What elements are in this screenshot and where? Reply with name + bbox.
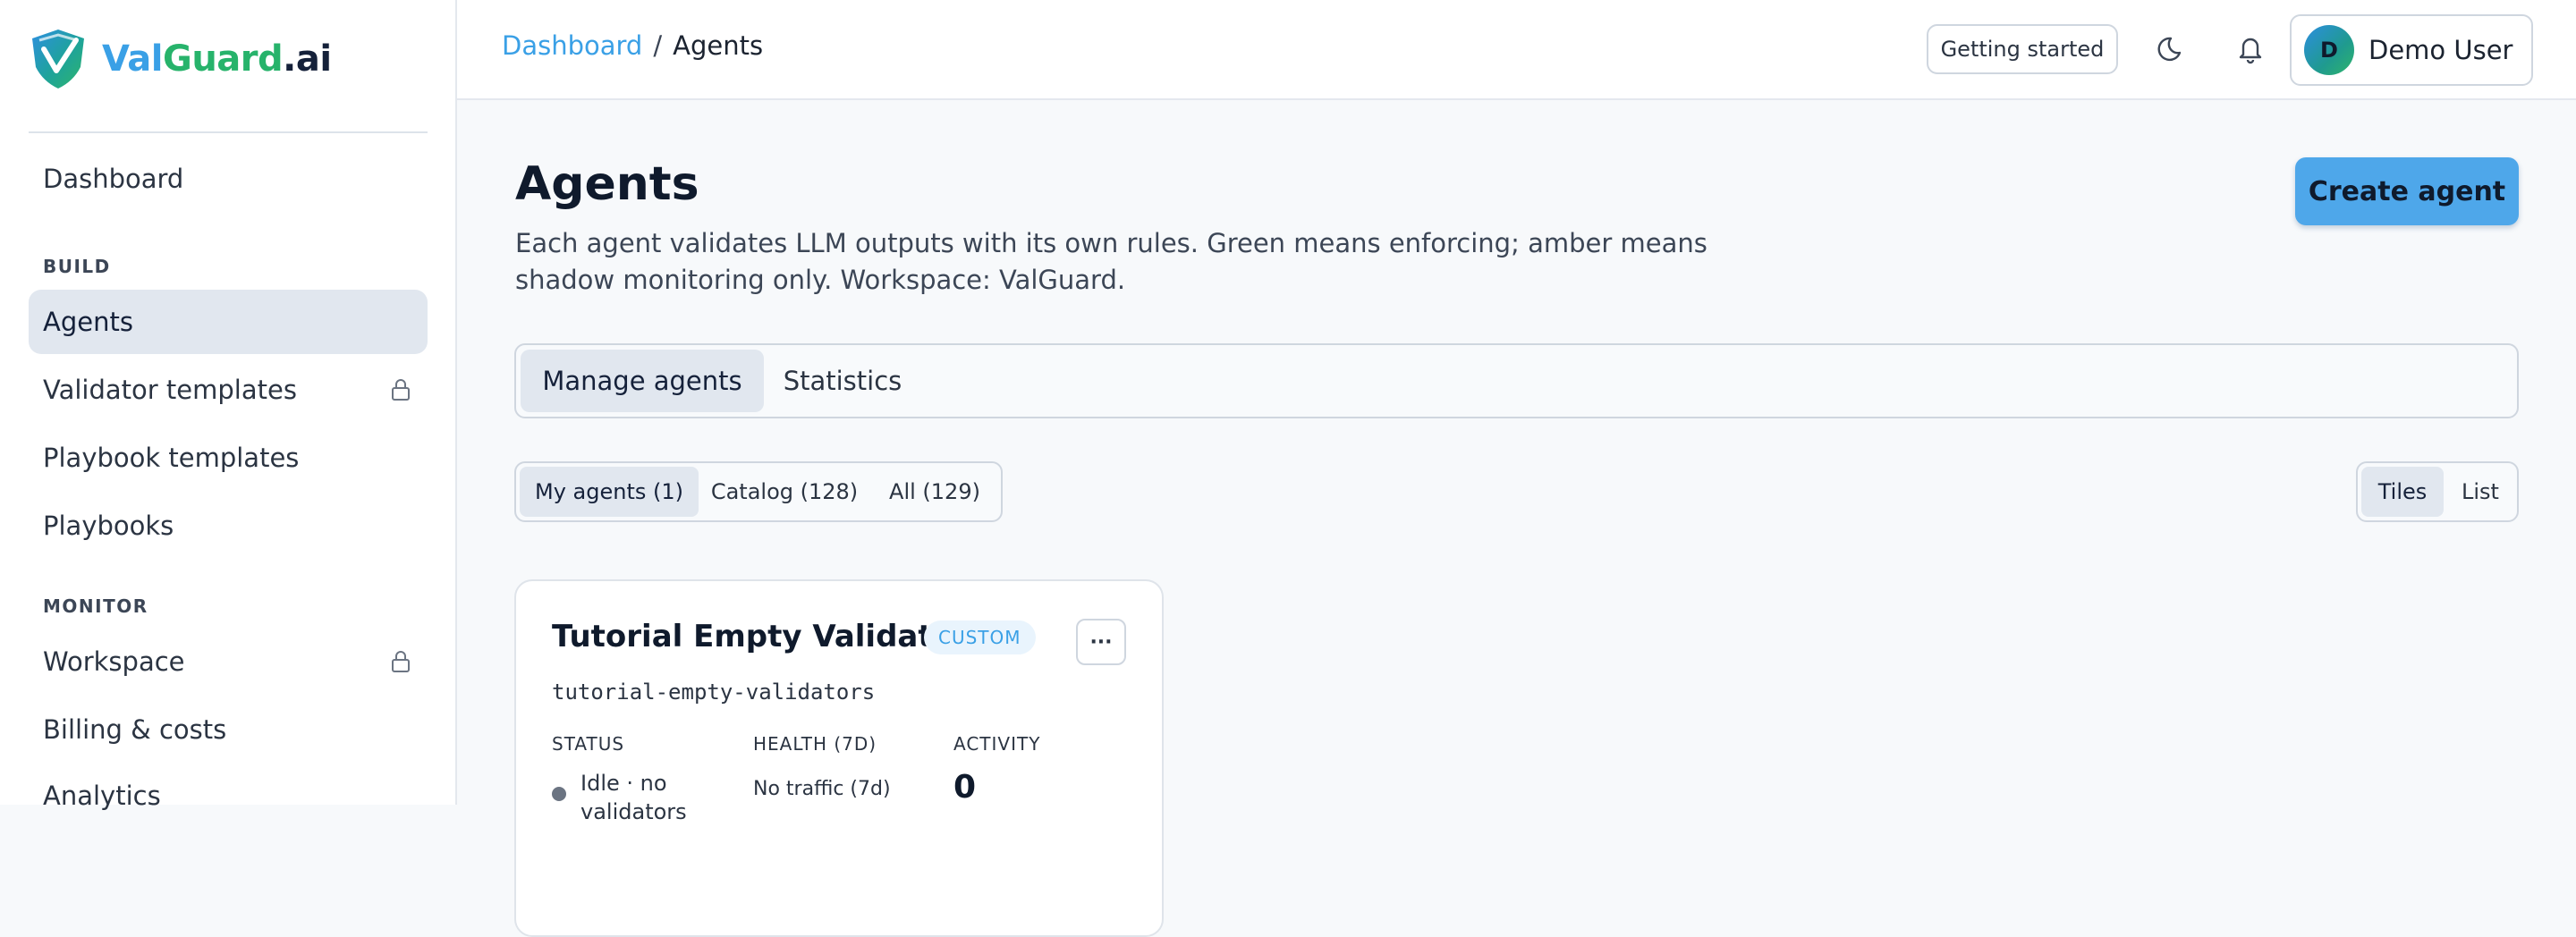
agent-filter-group: My agents (1) Catalog (128) All (129) bbox=[514, 461, 1003, 522]
bell-icon bbox=[2235, 33, 2266, 65]
sidebar-item-analytics[interactable]: Analytics bbox=[29, 764, 428, 828]
page-title: Agents bbox=[515, 157, 699, 211]
brand-logo[interactable]: ValGuard.ai bbox=[29, 29, 332, 89]
top-bar: Dashboard / Agents Getting started D Dem… bbox=[457, 0, 2576, 100]
shield-logo-icon bbox=[29, 28, 88, 90]
more-icon: ··· bbox=[1089, 631, 1112, 654]
status-dot bbox=[552, 787, 566, 801]
agent-card-title: Tutorial Empty Validators bbox=[552, 619, 987, 654]
sidebar-item-billing[interactable]: Billing & costs bbox=[29, 697, 428, 762]
sidebar-item-label: Agents bbox=[43, 307, 133, 337]
user-menu-button[interactable]: D Demo User bbox=[2290, 14, 2533, 86]
breadcrumb-separator: / bbox=[653, 30, 662, 61]
agent-slug: tutorial-empty-validators bbox=[552, 680, 875, 705]
sidebar-item-label: Workspace bbox=[43, 646, 185, 677]
filter-my-agents[interactable]: My agents (1) bbox=[520, 467, 699, 517]
lock-icon bbox=[390, 650, 411, 673]
moon-icon bbox=[2157, 33, 2189, 65]
sidebar-item-label: Playbooks bbox=[43, 511, 174, 541]
sidebar-item-label: Dashboard bbox=[43, 164, 183, 194]
avatar: D bbox=[2304, 25, 2354, 75]
status-label: STATUS bbox=[552, 733, 624, 755]
lock-icon bbox=[390, 378, 411, 401]
notifications-button[interactable] bbox=[2225, 24, 2275, 74]
health-value: No traffic (7d) bbox=[753, 778, 891, 800]
view-label: List bbox=[2462, 479, 2499, 504]
user-name: Demo User bbox=[2368, 35, 2512, 65]
agent-card[interactable]: Tutorial Empty Validators CUSTOM ··· tut… bbox=[514, 579, 1164, 937]
view-label: Tiles bbox=[2378, 479, 2428, 504]
main-content: Agents Each agent validates LLM outputs … bbox=[457, 100, 2576, 805]
status-value: Idle · no validators bbox=[580, 769, 688, 826]
sidebar-item-label: Playbook templates bbox=[43, 443, 299, 473]
filter-label: Catalog (128) bbox=[711, 479, 858, 504]
filter-catalog[interactable]: Catalog (128) bbox=[702, 467, 867, 517]
activity-label: ACTIVITY bbox=[953, 733, 1040, 755]
section-monitor-label: MONITOR bbox=[43, 595, 148, 617]
page-tabs: Manage agents Statistics bbox=[514, 343, 2519, 418]
tab-statistics[interactable]: Statistics bbox=[771, 350, 914, 412]
breadcrumb: Dashboard / Agents bbox=[502, 30, 763, 61]
sidebar-item-playbook-templates[interactable]: Playbook templates bbox=[29, 426, 428, 490]
breadcrumb-current: Agents bbox=[673, 30, 763, 61]
activity-value: 0 bbox=[953, 769, 976, 806]
getting-started-label: Getting started bbox=[1941, 37, 2105, 62]
sidebar-item-validator-templates[interactable]: Validator templates bbox=[29, 358, 428, 422]
sidebar-item-label: Analytics bbox=[43, 781, 161, 811]
agent-more-button[interactable]: ··· bbox=[1076, 619, 1126, 665]
tab-label: Manage agents bbox=[542, 366, 741, 396]
page-description: Each agent validates LLM outputs with it… bbox=[515, 225, 1767, 299]
breadcrumb-dashboard-link[interactable]: Dashboard bbox=[502, 30, 642, 61]
filter-label: All (129) bbox=[889, 479, 980, 504]
getting-started-button[interactable]: Getting started bbox=[1927, 24, 2118, 74]
view-tiles-button[interactable]: Tiles bbox=[2361, 467, 2444, 517]
brand-name: ValGuard.ai bbox=[102, 38, 332, 80]
create-agent-button[interactable]: Create agent bbox=[2295, 157, 2519, 225]
tab-manage-agents[interactable]: Manage agents bbox=[521, 350, 764, 412]
filter-label: My agents (1) bbox=[535, 479, 683, 504]
sidebar: ValGuard.ai Dashboard BUILD Agents Valid… bbox=[0, 0, 457, 805]
agent-type-badge: CUSTOM bbox=[924, 620, 1036, 654]
sidebar-item-label: Billing & costs bbox=[43, 714, 226, 745]
section-build-label: BUILD bbox=[43, 256, 111, 277]
sidebar-item-dashboard[interactable]: Dashboard bbox=[29, 147, 428, 211]
sidebar-item-label: Validator templates bbox=[43, 375, 297, 405]
sidebar-item-workspace[interactable]: Workspace bbox=[29, 629, 428, 694]
health-label: HEALTH (7D) bbox=[753, 733, 877, 755]
view-toggle-group: Tiles List bbox=[2356, 461, 2519, 522]
tab-label: Statistics bbox=[784, 366, 902, 396]
sidebar-divider bbox=[29, 131, 428, 133]
filter-all[interactable]: All (129) bbox=[870, 467, 999, 517]
create-agent-label: Create agent bbox=[2309, 176, 2505, 207]
sidebar-item-agents[interactable]: Agents bbox=[29, 290, 428, 354]
sidebar-item-playbooks[interactable]: Playbooks bbox=[29, 494, 428, 558]
theme-toggle-button[interactable] bbox=[2148, 24, 2198, 74]
view-list-button[interactable]: List bbox=[2445, 467, 2515, 517]
